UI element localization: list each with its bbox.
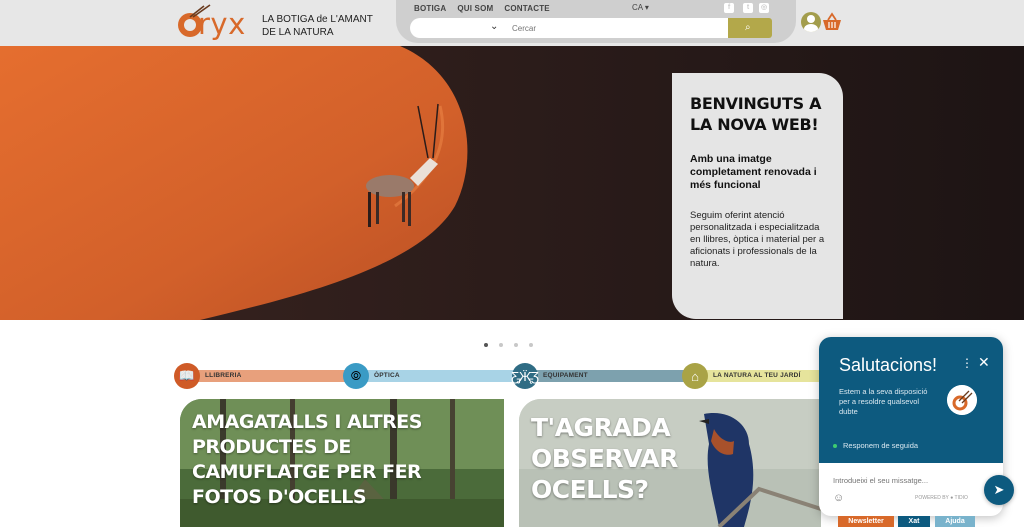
- search-bar: ⌄: [410, 18, 728, 38]
- emoji-icon[interactable]: ☺: [833, 492, 844, 504]
- binoculars-icon: ⦾: [343, 363, 369, 389]
- tile-camouflage[interactable]: AMAGATALLS I ALTRES PRODUCTES DE CAMUFLA…: [180, 399, 504, 527]
- tile-title: AMAGATALLS I ALTRES PRODUCTES DE CAMUFLA…: [192, 411, 422, 508]
- nav-link-contacte[interactable]: CONTACTE: [504, 4, 549, 13]
- nav-link-qui-som[interactable]: QUI SOM: [457, 4, 493, 13]
- nav-panel: BOTIGA QUI SOM CONTACTE CA ▾ f t ◎ ⌄ ⌕: [396, 0, 796, 43]
- book-icon: 📖: [174, 363, 200, 389]
- shopping-basket-icon[interactable]: [822, 12, 842, 32]
- hero-subtitle: Amb una imatge completament renovada i m…: [690, 153, 817, 191]
- instagram-icon[interactable]: ◎: [759, 3, 769, 13]
- send-icon: ➤: [993, 482, 1005, 497]
- category-dropdown-chevron-icon[interactable]: ⌄: [490, 21, 498, 32]
- brand-tagline: LA BOTIGA de L'AMANT DE LA NATURA: [262, 14, 373, 38]
- chat-header: Salutacions! ⋮ ✕ Estem a la seva disposi…: [819, 337, 1003, 463]
- chat-message-input[interactable]: [833, 473, 983, 487]
- chat-description: Estem a la seva disposició per a resoldr…: [839, 387, 928, 416]
- newsletter-button[interactable]: Newsletter: [838, 516, 894, 527]
- slider-dot-4[interactable]: [529, 343, 533, 347]
- twitter-icon[interactable]: t: [743, 3, 753, 13]
- oryx-logo[interactable]: ryx: [178, 4, 260, 42]
- search-icon: ⌕: [745, 22, 751, 33]
- tile-title: T'AGRADA OBSERVAR OCELLS?: [531, 413, 678, 504]
- chat-status: Responem de seguida: [833, 441, 918, 450]
- category-llibreria[interactable]: 📖 LLIBRERIA: [174, 363, 346, 389]
- search-input[interactable]: [512, 20, 712, 36]
- butterfly-icon: Ƹ̵̡Ӝ̵̨̄Ʒ: [511, 363, 539, 389]
- user-account-icon[interactable]: [801, 12, 821, 32]
- chevron-down-icon: ▾: [644, 3, 649, 12]
- chat-title: Salutacions!: [839, 355, 938, 375]
- hero-title: BENVINGUTS A LA NOVA WEB!: [690, 94, 822, 134]
- search-button[interactable]: ⌕: [728, 18, 772, 38]
- logo-wordmark: ryx: [198, 7, 246, 41]
- hero-body: Seguim oferint atenció personalitzada i …: [690, 210, 825, 269]
- send-message-button[interactable]: ➤: [984, 475, 1014, 505]
- tile-birdwatching[interactable]: T'AGRADA OBSERVAR OCELLS?: [519, 399, 821, 527]
- slider-pagination: [484, 343, 533, 347]
- category-label: LLIBRERIA: [205, 372, 242, 379]
- chat-avatar-icon: [947, 385, 977, 415]
- house-icon: ⌂: [682, 363, 708, 389]
- category-label: ÒPTICA: [374, 372, 400, 379]
- slider-dot-2[interactable]: [499, 343, 503, 347]
- more-options-icon[interactable]: ⋮: [961, 356, 973, 370]
- powered-by-label: POWERED BY ● TIDIO: [915, 495, 968, 501]
- hero-image: [0, 46, 1024, 320]
- slider-dot-3[interactable]: [514, 343, 518, 347]
- language-label: CA: [632, 3, 643, 12]
- hero-slider: BENVINGUTS A LA NOVA WEB! Amb una imatge…: [0, 46, 1024, 320]
- main-nav: BOTIGA QUI SOM CONTACTE: [414, 4, 550, 13]
- hero-welcome-card: BENVINGUTS A LA NOVA WEB! Amb una imatge…: [672, 73, 843, 319]
- chat-button[interactable]: Xat: [898, 516, 930, 527]
- chat-widget: Salutacions! ⋮ ✕ Estem a la seva disposi…: [819, 337, 1003, 516]
- help-button[interactable]: Ajuda: [935, 516, 975, 527]
- slider-dot-1[interactable]: [484, 343, 488, 347]
- language-selector[interactable]: CA ▾: [632, 3, 649, 12]
- site-header: ryx LA BOTIGA de L'AMANT DE LA NATURA BO…: [0, 0, 1024, 46]
- category-equipament[interactable]: Ƹ̵̡Ӝ̵̨̄Ʒ EQUIPAMENT: [511, 363, 684, 389]
- facebook-icon[interactable]: f: [724, 3, 734, 13]
- category-optica[interactable]: ⦾ ÒPTICA: [343, 363, 515, 389]
- category-label: LA NATURA AL TEU JARDÍ: [713, 372, 801, 379]
- category-label: EQUIPAMENT: [543, 372, 588, 379]
- nav-link-botiga[interactable]: BOTIGA: [414, 4, 446, 13]
- close-icon[interactable]: ✕: [978, 354, 990, 371]
- category-natura-jardi[interactable]: ⌂ LA NATURA AL TEU JARDÍ: [682, 363, 822, 389]
